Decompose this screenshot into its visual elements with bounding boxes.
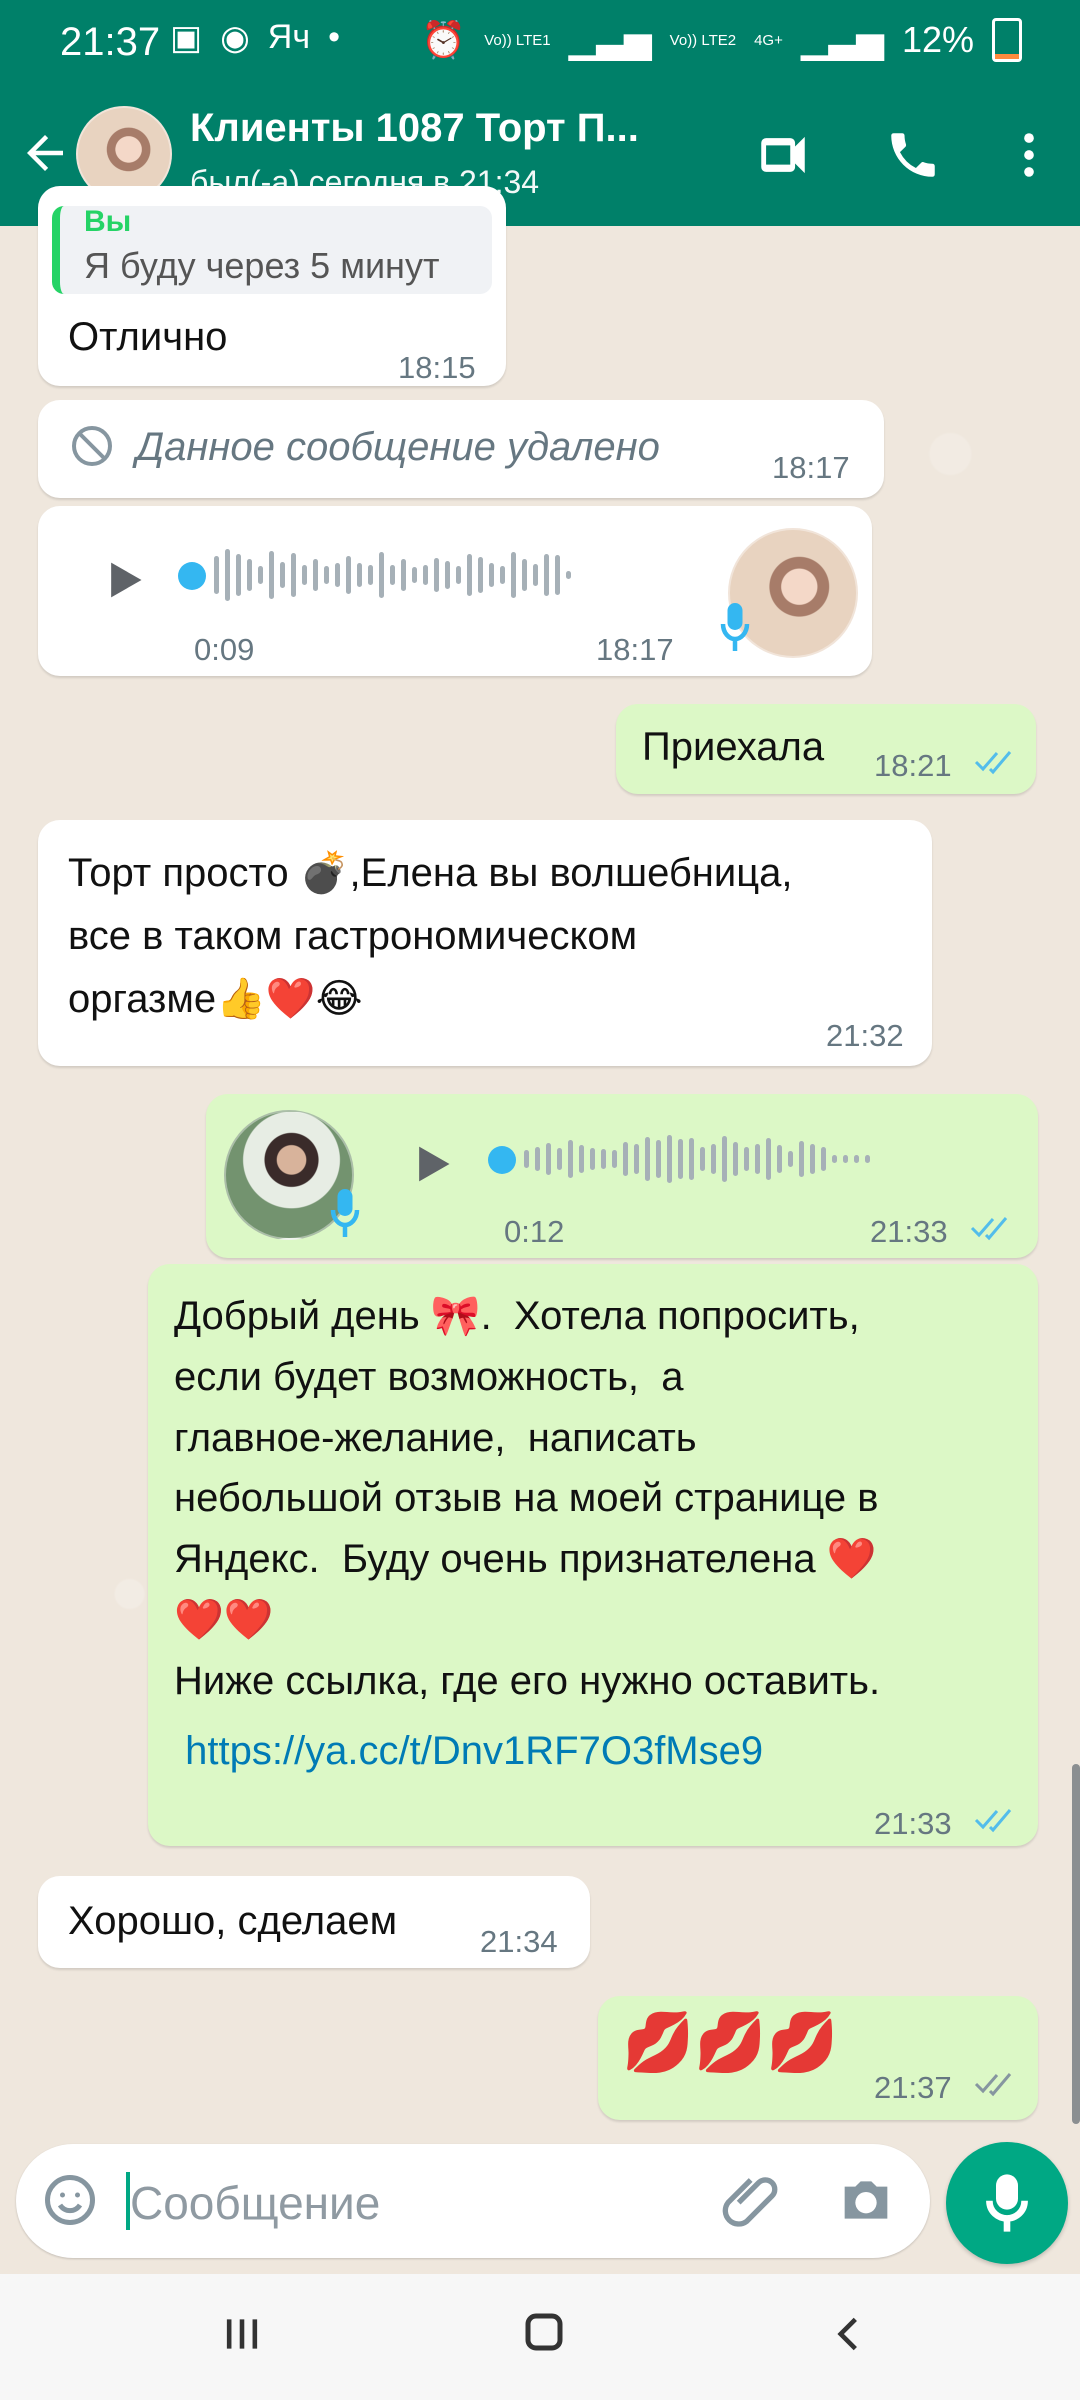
message-time: 21:34 [480,1924,558,1959]
message-time: 21:33 [874,1806,952,1841]
home-icon[interactable] [520,2308,568,2356]
read-ticks-icon [970,1217,1008,1241]
chat-title[interactable]: Клиенты 1087 Торт П... [190,106,639,151]
message-time: 21:37 [874,2070,952,2105]
message-text: Хорошо, сделаем [68,1899,398,1943]
voice-duration: 0:12 [504,1214,565,1249]
microphone-icon [720,603,750,651]
attachment-icon[interactable] [720,2168,784,2232]
more-options-icon[interactable] [1000,126,1058,184]
quoted-message[interactable]: Вы Я буду через 5 минут [52,205,492,294]
camera-icon[interactable] [834,2168,898,2232]
message-placeholder: Сообщение [130,2177,381,2229]
scrollbar[interactable] [1072,1764,1080,2124]
message-time: 18:17 [596,632,674,667]
blocked-icon [72,426,112,466]
message-text: Торт просто 💣,Елена вы волшебница, все в… [68,851,793,1022]
status-bar: 21:37 ▣ ◉ Яч • ⏰ Vo)) LTE1 ▁▃▅ Vo)) LTE2… [0,0,1080,84]
message-time: 18:17 [772,450,850,485]
read-ticks-icon [974,1809,1012,1833]
signal-lte2: Vo)) LTE2 [669,31,737,49]
status-left-icons: ▣ ◉ Яч • [170,18,340,58]
quoted-sender: Вы [84,205,132,238]
voice-message-bubble[interactable]: 0:09 18:17 [38,506,872,676]
message-text: 💋💋💋 [622,2010,839,2075]
microphone-icon [330,1189,360,1237]
battery-percent: 12% [901,19,974,60]
quoted-text: Я буду через 5 минут [84,245,440,286]
waveform [214,549,571,601]
system-navigation-bar [0,2274,1080,2400]
camera-icon: ◉ [220,19,250,57]
microphone-button[interactable] [946,2142,1068,2264]
playback-dot[interactable] [178,562,206,590]
delivered-ticks-icon [974,2073,1012,2097]
video-call-icon[interactable] [754,126,812,184]
signal-bars-icon: ▁▃▅ [568,19,652,60]
deleted-message-text: Данное сообщение удалено [136,425,660,469]
message-time: 21:33 [870,1214,948,1249]
recent-apps-icon[interactable] [220,2312,264,2356]
signal-lte1: Vo)) LTE1 [484,31,551,49]
message-text: Отлично [68,315,228,359]
play-icon[interactable] [404,1138,456,1190]
message-bubble[interactable]: Добрый день 🎀. Хотела попросить, если бу… [148,1264,1038,1846]
status-time: 21:37 [60,20,161,64]
message-text: Добрый день 🎀. Хотела попросить, если бу… [174,1294,881,1703]
playback-dot[interactable] [488,1146,516,1174]
voice-message-bubble[interactable]: 0:12 21:33 [206,1094,1038,1258]
status-right-icons: ⏰ Vo)) LTE1 ▁▃▅ Vo)) LTE2 4G+ ▁▃▅ 12% [421,18,1022,62]
back-arrow-icon[interactable] [18,126,72,180]
message-bubble[interactable]: Торт просто 💣,Елена вы волшебница, все в… [38,820,932,1066]
message-time: 18:21 [874,748,952,783]
deleted-message-bubble[interactable]: Данное сообщение удалено 18:17 [38,400,884,498]
message-bubble[interactable]: Приехала 18:21 [616,704,1036,794]
emoji-icon[interactable] [40,2170,100,2230]
read-ticks-icon [974,751,1012,775]
alarm-icon: ⏰ [421,19,467,60]
play-icon[interactable] [96,554,148,606]
microphone-icon [986,2174,1028,2232]
message-text: Приехала [642,725,825,769]
signal-bars-icon: ▁▃▅ [800,19,884,60]
message-bubble[interactable]: Хорошо, сделаем 21:34 [38,1876,590,1968]
text-cursor [126,2172,130,2230]
network-type: 4G+ [754,31,783,49]
image-icon: ▣ [170,19,203,57]
voice-duration: 0:09 [194,632,255,667]
battery-icon [992,18,1022,62]
message-input-field[interactable]: Сообщение [16,2144,930,2258]
message-bubble[interactable]: Вы Я буду через 5 минут Отлично 18:15 [38,186,506,386]
back-icon[interactable] [826,2308,870,2360]
dot-icon: • [328,18,340,56]
yandex-icon: Яч [267,18,311,56]
message-time: 18:15 [398,350,476,385]
message-time: 21:32 [826,1018,904,1053]
phone-icon[interactable] [884,126,942,184]
message-link[interactable]: https://ya.cc/t/Dnv1RF7O3fMse9 [174,1722,763,1780]
message-bubble[interactable]: 💋💋💋 21:37 [598,1996,1038,2120]
waveform [524,1134,870,1184]
